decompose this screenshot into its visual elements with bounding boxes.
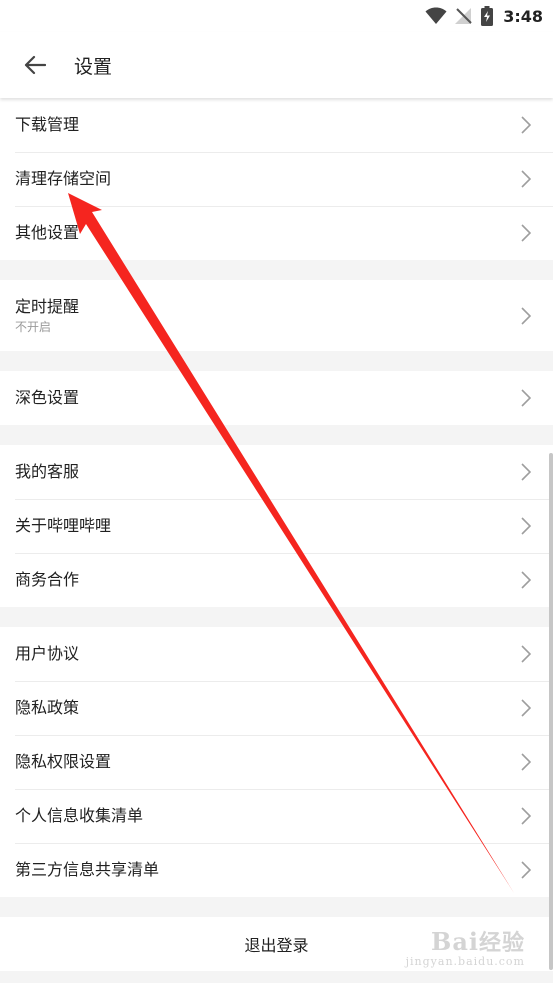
settings-list: 下载管理 清理存储空间 其他设置 定时提醒 不开启 深色设置 我的客服 关于哔哩… [0,98,553,971]
chevron-right-icon [519,516,533,536]
settings-item-customer-service[interactable]: 我的客服 [0,445,553,499]
settings-group-dark-mode: 深色设置 [0,371,553,425]
chevron-right-icon [519,462,533,482]
settings-group-reminder: 定时提醒 不开启 [0,280,553,351]
battery-charging-icon [481,6,494,26]
item-label: 其他设置 [15,223,80,242]
item-label: 隐私政策 [15,698,80,717]
group-divider [0,351,553,371]
settings-item-dark-mode[interactable]: 深色设置 [0,371,553,425]
back-button[interactable] [0,32,70,98]
item-label: 清理存储空间 [15,169,112,188]
settings-item-personal-info-list[interactable]: 个人信息收集清单 [0,789,553,843]
settings-group-downloads: 下载管理 清理存储空间 其他设置 [0,98,553,260]
item-label: 我的客服 [15,462,80,481]
item-label: 深色设置 [15,388,80,407]
chevron-right-icon [519,860,533,880]
item-label: 定时提醒 [15,296,80,316]
page-title: 设置 [74,55,113,78]
chevron-right-icon [519,698,533,718]
app-header: 设置 [0,32,553,98]
item-sublabel: 不开启 [15,319,52,334]
settings-item-other-settings[interactable]: 其他设置 [0,206,553,260]
settings-group-privacy: 用户协议 隐私政策 隐私权限设置 个人信息收集清单 第三方信息共享清单 [0,627,553,897]
item-label: 关于哔哩哔哩 [15,516,112,535]
item-label: 商务合作 [15,570,80,589]
chevron-right-icon [519,388,533,408]
chevron-right-icon [519,644,533,664]
arrow-left-icon [24,55,46,75]
group-divider [0,897,553,917]
chevron-right-icon [519,115,533,135]
chevron-right-icon [519,223,533,243]
no-signal-icon [455,8,472,24]
chevron-right-icon [519,570,533,590]
settings-item-download-management[interactable]: 下载管理 [0,98,553,152]
group-divider [0,260,553,280]
status-time: 3:48 [503,6,543,26]
wifi-icon [425,7,447,24]
item-label: 个人信息收集清单 [15,806,144,825]
settings-item-business[interactable]: 商务合作 [0,553,553,607]
settings-item-user-agreement[interactable]: 用户协议 [0,627,553,681]
group-divider [0,607,553,627]
settings-group-about: 我的客服 关于哔哩哔哩 商务合作 [0,445,553,607]
chevron-right-icon [519,169,533,189]
scrollbar[interactable] [549,453,553,970]
item-label: 下载管理 [15,115,80,134]
item-label: 隐私权限设置 [15,752,112,771]
chevron-right-icon [519,752,533,772]
chevron-right-icon [519,306,533,326]
item-label: 第三方信息共享清单 [15,860,160,879]
settings-item-about-bilibili[interactable]: 关于哔哩哔哩 [0,499,553,553]
status-bar: 3:48 [0,0,553,32]
settings-item-privacy-permissions[interactable]: 隐私权限设置 [0,735,553,789]
settings-item-third-party-sharing[interactable]: 第三方信息共享清单 [0,843,553,897]
logout-label: 退出登录 [244,936,309,955]
chevron-right-icon [519,806,533,826]
settings-item-clear-storage[interactable]: 清理存储空间 [0,152,553,206]
group-divider [0,425,553,445]
item-label: 用户协议 [15,644,80,663]
baidu-jingyan-watermark: Bai经验 jingyan.baidu.com [405,927,525,968]
settings-item-privacy-policy[interactable]: 隐私政策 [0,681,553,735]
settings-item-timed-reminder[interactable]: 定时提醒 不开启 [0,280,553,351]
